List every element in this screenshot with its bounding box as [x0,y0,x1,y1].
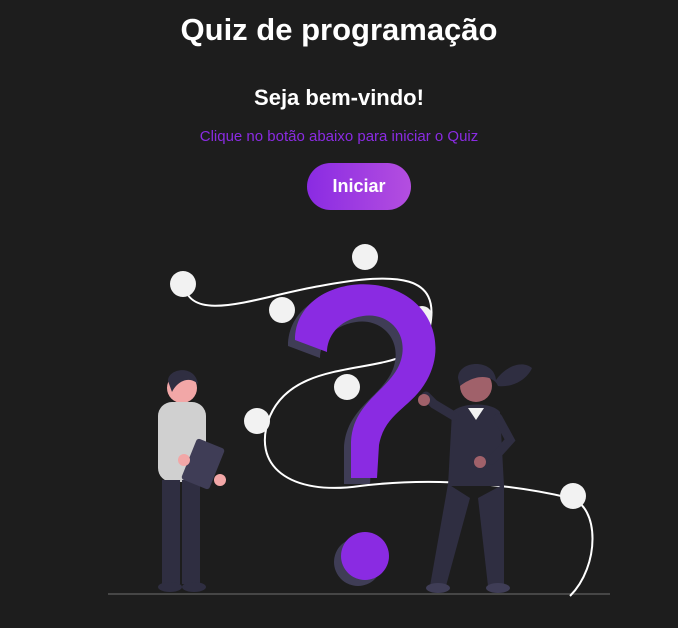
dot [352,244,378,270]
start-quiz-button[interactable]: Iniciar [307,163,411,210]
dot [269,297,295,323]
person-left [158,370,226,592]
dot [244,408,270,434]
instructions-text: Clique no botão abaixo para iniciar o Qu… [199,128,479,145]
dot [560,483,586,509]
page-title: Quiz de programação [180,12,498,47]
person-right [418,364,532,593]
question-people-illustration [108,244,610,597]
dot [334,374,360,400]
welcome-heading: Seja bem-vindo! [254,85,424,110]
question-mark [295,284,436,580]
dot [170,271,196,297]
quiz-start-page: Quiz de programação Seja bem-vindo! Cliq… [0,0,678,628]
